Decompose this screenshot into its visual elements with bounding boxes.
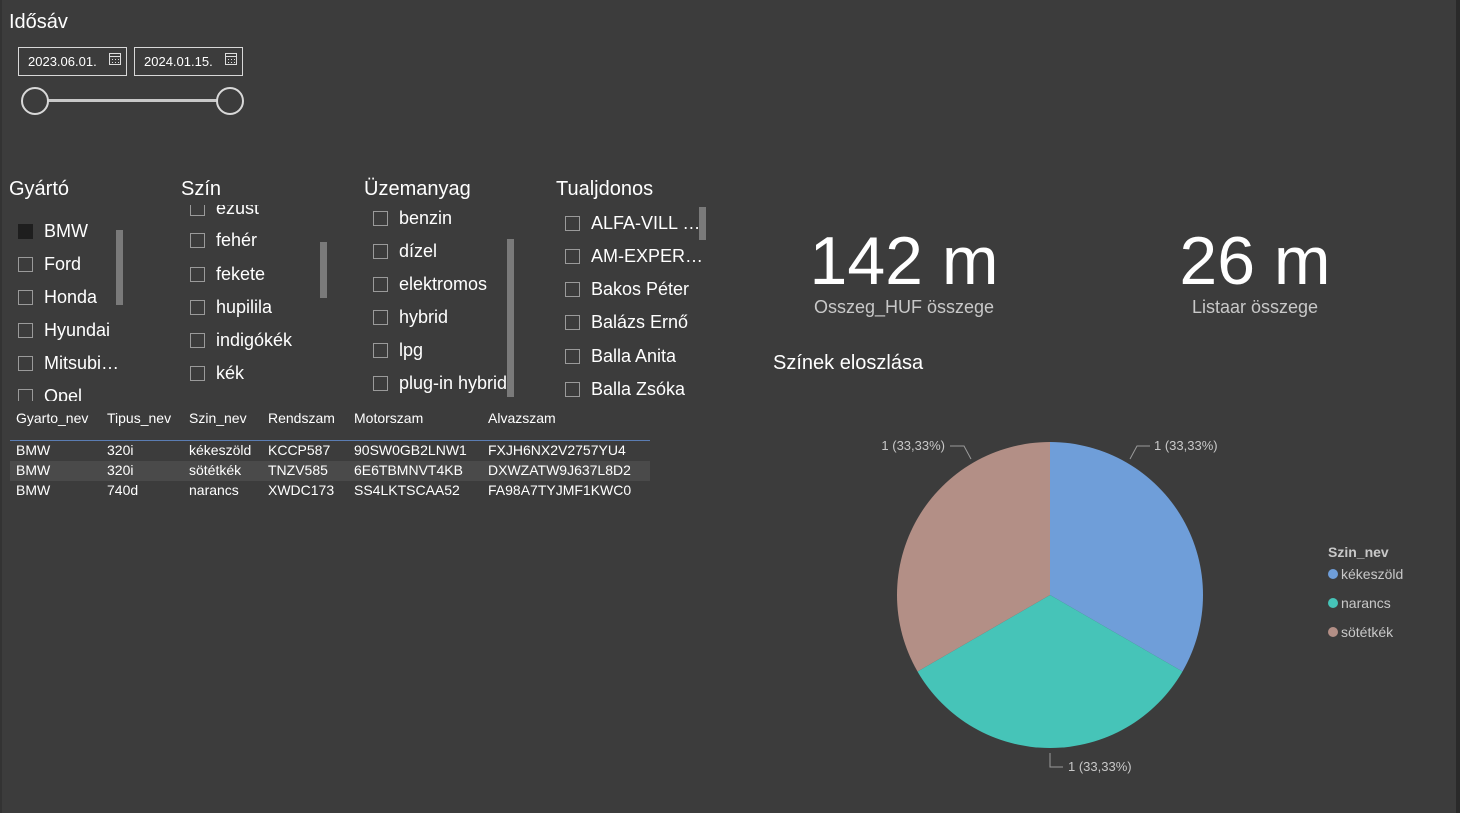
pie-chart: 1 (33,33%) 1 (33,33%) 1 (33,33%)	[881, 438, 1218, 774]
legend-item-sötétkék[interactable]: sötétkék	[1328, 624, 1393, 640]
data-label: 1 (33,33%)	[881, 438, 945, 453]
data-label-leader	[1129, 445, 1150, 460]
data-label: 1 (33,33%)	[1068, 759, 1132, 774]
legend-title: Szin_nev	[1328, 544, 1389, 560]
legend-label: narancs	[1341, 595, 1391, 611]
legend-dot-icon	[1328, 627, 1338, 637]
legend-item-narancs[interactable]: narancs	[1328, 595, 1391, 611]
legend-label: sötétkék	[1341, 624, 1394, 640]
data-label-leader	[1049, 753, 1063, 768]
data-label: 1 (33,33%)	[1154, 438, 1218, 453]
legend-dot-icon	[1328, 569, 1338, 579]
legend-item-kékeszöld[interactable]: kékeszöld	[1328, 566, 1403, 582]
legend-label: kékeszöld	[1341, 566, 1404, 582]
legend-dot-icon	[1328, 598, 1338, 608]
data-label-leader	[950, 445, 972, 460]
